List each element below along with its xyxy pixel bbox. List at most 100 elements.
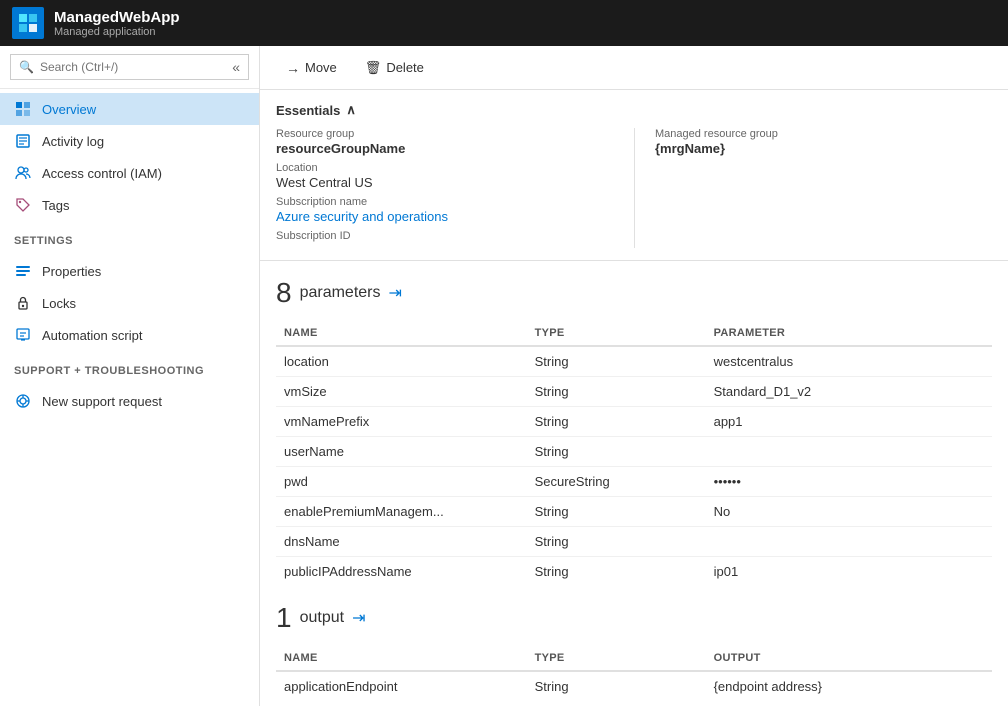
essentials-title: Essentials [276, 103, 340, 118]
location-field: Location West Central US [276, 162, 614, 190]
sidebar-item-label-tags: Tags [42, 198, 69, 213]
outputs-count: 1 [276, 602, 292, 634]
sidebar-item-label-activity: Activity log [42, 134, 104, 149]
param-name: vmSize [276, 377, 527, 407]
param-value [706, 527, 992, 557]
search-input[interactable] [40, 60, 226, 74]
sidebar-item-label-locks: Locks [42, 296, 76, 311]
sidebar-item-label-access: Access control (IAM) [42, 166, 162, 181]
output-type: String [527, 671, 706, 701]
collapse-icon[interactable]: « [232, 59, 240, 75]
move-label: Move [305, 60, 337, 75]
sidebar-search-container: 🔍 « [0, 46, 259, 89]
param-value: westcentralus [706, 346, 992, 377]
location-label: Location [276, 162, 614, 174]
out-col-header-name: NAME [276, 646, 527, 671]
param-name: location [276, 346, 527, 377]
managed-rg-value: {mrgName} [655, 141, 992, 156]
sidebar-item-label-support: New support request [42, 394, 162, 409]
essentials-right-col: Managed resource group {mrgName} [634, 128, 992, 248]
delete-label: Delete [386, 60, 424, 75]
resource-group-value: resourceGroupName [276, 141, 614, 156]
tags-icon [14, 196, 32, 214]
essentials-left-col: Resource group resourceGroupName Locatio… [276, 128, 634, 248]
param-type: String [527, 346, 706, 377]
param-type: String [527, 407, 706, 437]
essentials-collapse-icon [346, 102, 356, 118]
table-row: dnsName String [276, 527, 992, 557]
parameters-section: 8 parameters ⇥ NAME TYPE PARAMETER locat… [260, 261, 1008, 602]
outputs-link-icon[interactable]: ⇥ [352, 608, 365, 628]
col-header-parameter: PARAMETER [706, 321, 992, 346]
parameters-count: 8 [276, 277, 292, 309]
param-value: •••••• [706, 467, 992, 497]
app-logo [12, 7, 44, 39]
outputs-table: NAME TYPE OUTPUT applicationEndpoint Str… [276, 646, 992, 701]
param-name: enablePremiumManagem... [276, 497, 527, 527]
move-icon [286, 60, 300, 76]
sidebar-item-tags[interactable]: Tags [0, 189, 259, 221]
move-button[interactable]: Move [276, 55, 347, 81]
locks-icon [14, 294, 32, 312]
outputs-title: 1 output ⇥ [276, 602, 992, 634]
search-icon: 🔍 [19, 60, 34, 74]
sidebar-item-access-control[interactable]: Access control (IAM) [0, 157, 259, 189]
managed-rg-field: Managed resource group {mrgName} [655, 128, 992, 156]
parameters-label: parameters [300, 284, 381, 302]
output-name: applicationEndpoint [276, 671, 527, 701]
essentials-header[interactable]: Essentials [276, 102, 992, 118]
table-row: userName String [276, 437, 992, 467]
param-type: String [527, 527, 706, 557]
sidebar-item-activity-log[interactable]: Activity log [0, 125, 259, 157]
param-name: dnsName [276, 527, 527, 557]
col-header-name: NAME [276, 321, 527, 346]
col-header-type: TYPE [527, 321, 706, 346]
param-value: Standard_D1_v2 [706, 377, 992, 407]
param-name: vmNamePrefix [276, 407, 527, 437]
essentials-section: Essentials Resource group resourceGroupN… [260, 90, 1008, 261]
table-row: applicationEndpoint String {endpoint add… [276, 671, 992, 701]
param-type: SecureString [527, 467, 706, 497]
app-subtitle: Managed application [54, 26, 180, 38]
essentials-grid: Resource group resourceGroupName Locatio… [276, 128, 992, 248]
param-type: String [527, 377, 706, 407]
delete-icon [365, 59, 382, 76]
parameters-title: 8 parameters ⇥ [276, 277, 992, 309]
overview-icon [14, 100, 32, 118]
sidebar-item-overview[interactable]: Overview [0, 93, 259, 125]
param-value [706, 437, 992, 467]
sidebar-item-automation[interactable]: Automation script [0, 319, 259, 351]
topbar-title: ManagedWebApp Managed application [54, 9, 180, 38]
table-row: location String westcentralus [276, 346, 992, 377]
search-box[interactable]: 🔍 « [10, 54, 249, 80]
parameters-table: NAME TYPE PARAMETER location String west… [276, 321, 992, 586]
table-row: pwd SecureString •••••• [276, 467, 992, 497]
sidebar: 🔍 « Overview Activity log [0, 46, 260, 706]
subscription-name-value[interactable]: Azure security and operations [276, 209, 614, 224]
delete-button[interactable]: Delete [355, 54, 434, 81]
toolbar: Move Delete [260, 46, 1008, 90]
sidebar-item-new-support[interactable]: New support request [0, 385, 259, 417]
topbar: ManagedWebApp Managed application [0, 0, 1008, 46]
subscription-name-field: Subscription name Azure security and ope… [276, 196, 614, 224]
table-row: vmSize String Standard_D1_v2 [276, 377, 992, 407]
sidebar-support-nav: New support request [0, 381, 259, 421]
parameters-link-icon[interactable]: ⇥ [389, 283, 402, 303]
resource-group-field: Resource group resourceGroupName [276, 128, 614, 156]
app-name: ManagedWebApp [54, 9, 180, 26]
support-section-title: SUPPORT + TROUBLESHOOTING [0, 355, 259, 381]
param-type: String [527, 437, 706, 467]
output-value: {endpoint address} [706, 671, 992, 701]
param-type: String [527, 557, 706, 587]
table-row: enablePremiumManagem... String No [276, 497, 992, 527]
sidebar-item-label-automation: Automation script [42, 328, 142, 343]
activity-icon [14, 132, 32, 150]
managed-rg-label: Managed resource group [655, 128, 992, 140]
subscription-name-label: Subscription name [276, 196, 614, 208]
sidebar-item-properties[interactable]: Properties [0, 255, 259, 287]
out-col-header-type: TYPE [527, 646, 706, 671]
table-row: vmNamePrefix String app1 [276, 407, 992, 437]
param-name: userName [276, 437, 527, 467]
sidebar-item-locks[interactable]: Locks [0, 287, 259, 319]
content-area: Move Delete Essentials Resource group re… [260, 46, 1008, 706]
